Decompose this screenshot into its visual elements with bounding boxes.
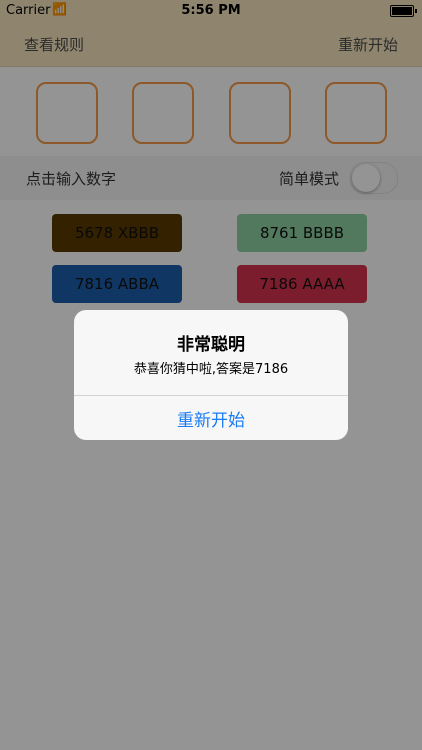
success-alert: 非常聪明 恭喜你猜中啦,答案是7186 重新开始 <box>74 310 348 440</box>
alert-title: 非常聪明 <box>177 335 245 355</box>
alert-message: 恭喜你猜中啦,答案是7186 <box>133 362 289 377</box>
alert-restart-button[interactable]: 重新开始 <box>74 396 348 440</box>
